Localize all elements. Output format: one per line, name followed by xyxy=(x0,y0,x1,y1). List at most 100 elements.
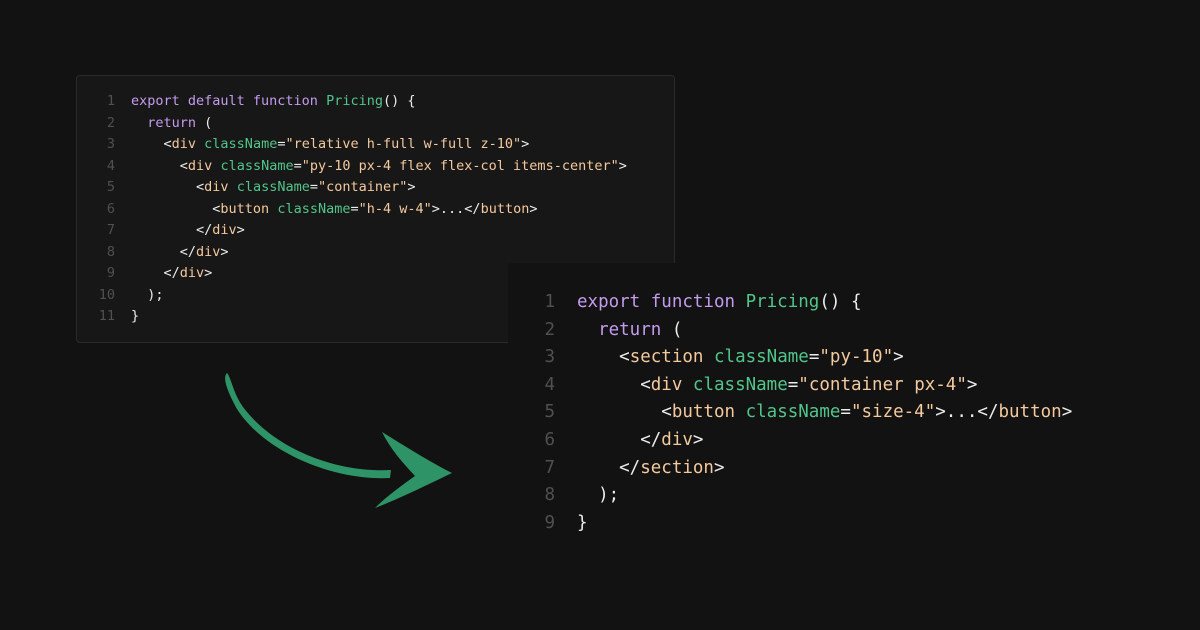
arrow-head xyxy=(375,432,452,508)
code-token: >...</ xyxy=(431,200,481,217)
line-number: 6 xyxy=(544,429,555,450)
line-number: 7 xyxy=(106,222,115,238)
line-number: 5 xyxy=(544,402,555,423)
line-number: 4 xyxy=(106,157,115,174)
code-token: className xyxy=(204,136,278,152)
code-token: > xyxy=(692,429,704,450)
code-token: = xyxy=(808,347,820,368)
code-token: "relative h-full w-full z-10" xyxy=(285,136,522,152)
line-number: 7 xyxy=(544,457,555,478)
code-line: 3 <section className="py-10"> xyxy=(540,344,1072,372)
code-line: 1 export function Pricing() { xyxy=(540,289,1072,317)
code-token: div xyxy=(661,429,693,450)
code-token: > xyxy=(713,457,725,478)
code-token: < xyxy=(577,374,651,395)
code-token: button xyxy=(671,402,736,423)
code-token: div xyxy=(204,179,229,195)
code-token: className xyxy=(277,200,351,217)
code-token: className xyxy=(220,157,294,174)
code-token: = xyxy=(840,402,851,423)
line-number: 2 xyxy=(106,114,115,131)
code-line: 5 <button className="size-4">...</button… xyxy=(540,399,1072,427)
code-token: className xyxy=(692,374,788,395)
code-token: "container" xyxy=(317,179,408,195)
code-token: ); xyxy=(131,286,164,303)
code-token: < xyxy=(131,179,205,195)
code-token: return xyxy=(598,319,662,340)
code-token: ); xyxy=(577,485,620,506)
code-token: } xyxy=(131,308,140,324)
code-token: > xyxy=(236,222,245,238)
line-number: 8 xyxy=(544,485,555,506)
code-token: "container px-4" xyxy=(798,374,967,395)
code-token: className xyxy=(236,179,310,195)
code-token: = xyxy=(787,374,799,395)
code-token: = xyxy=(309,179,318,195)
code-token: </ xyxy=(577,457,641,478)
code-token: button xyxy=(220,200,270,217)
code-line: 2 return ( xyxy=(540,317,1072,345)
code-token: div xyxy=(196,243,221,260)
line-number: 2 xyxy=(544,319,555,340)
code-line: 4 <div className="py-10 px-4 flex flex-c… xyxy=(97,156,627,178)
code-token: ( xyxy=(661,319,683,340)
code-token: > xyxy=(529,200,538,217)
code-token: </ xyxy=(131,243,197,260)
line-number: 3 xyxy=(106,136,115,152)
code-token: div xyxy=(187,157,213,174)
line-number: 6 xyxy=(106,200,115,217)
code-token: button xyxy=(480,200,530,217)
code-line: 3 <div className="relative h-full w-full… xyxy=(97,134,627,156)
code-panel-after: 1 export function Pricing() { 2 return (3 … xyxy=(508,263,1124,560)
code-token: export function xyxy=(577,292,746,312)
code-token: "size-4" xyxy=(850,402,936,423)
code-token: < xyxy=(577,402,672,423)
code-token: div xyxy=(171,136,197,152)
code-token: section xyxy=(629,347,704,368)
code-line: 8 </div> xyxy=(97,242,627,264)
code-token: export default function xyxy=(131,93,327,109)
code-token: () { xyxy=(819,292,862,312)
line-number: 1 xyxy=(106,93,115,109)
line-number: 9 xyxy=(106,265,115,281)
code-line: 7 </section> xyxy=(540,455,1072,483)
code-line: 1 export default function Pricing() { xyxy=(97,91,627,113)
code-token: button xyxy=(998,402,1062,423)
curved-arrow-icon xyxy=(225,373,452,508)
code-token: "py-10 px-4 flex flex-col items-center" xyxy=(301,157,619,174)
code-token: className xyxy=(745,402,841,423)
code-token: return xyxy=(147,114,197,131)
code-token: ( xyxy=(196,114,213,131)
code-token: () { xyxy=(382,93,416,109)
code-token: > xyxy=(521,136,530,152)
code-token: section xyxy=(640,457,714,478)
code-token: > xyxy=(407,179,416,195)
code-token: </ xyxy=(131,222,213,238)
code-token: > xyxy=(1061,402,1073,423)
arrow-shaft xyxy=(225,373,391,479)
line-number: 4 xyxy=(544,374,555,395)
code-token: </ xyxy=(131,265,180,281)
code-block-after: 1 export function Pricing() { 2 return (3 … xyxy=(540,289,1072,537)
code-token: className xyxy=(714,347,809,368)
code-token: div xyxy=(179,265,205,281)
code-token: = xyxy=(350,200,359,217)
code-token: div xyxy=(212,222,237,238)
code-token: > xyxy=(204,265,213,281)
code-line: 5 <div className="container"> xyxy=(97,177,627,199)
code-token: < xyxy=(131,136,172,152)
line-number: 1 xyxy=(544,292,555,312)
line-number: 3 xyxy=(544,347,555,368)
code-token: = xyxy=(293,157,302,174)
code-line: 8 ); xyxy=(540,482,1072,510)
code-line: 9} xyxy=(540,510,1072,538)
code-token: </ xyxy=(577,429,662,450)
code-line: 7 </div> xyxy=(97,220,627,242)
code-token: Pricing xyxy=(326,93,383,109)
code-token: Pricing xyxy=(745,292,820,312)
